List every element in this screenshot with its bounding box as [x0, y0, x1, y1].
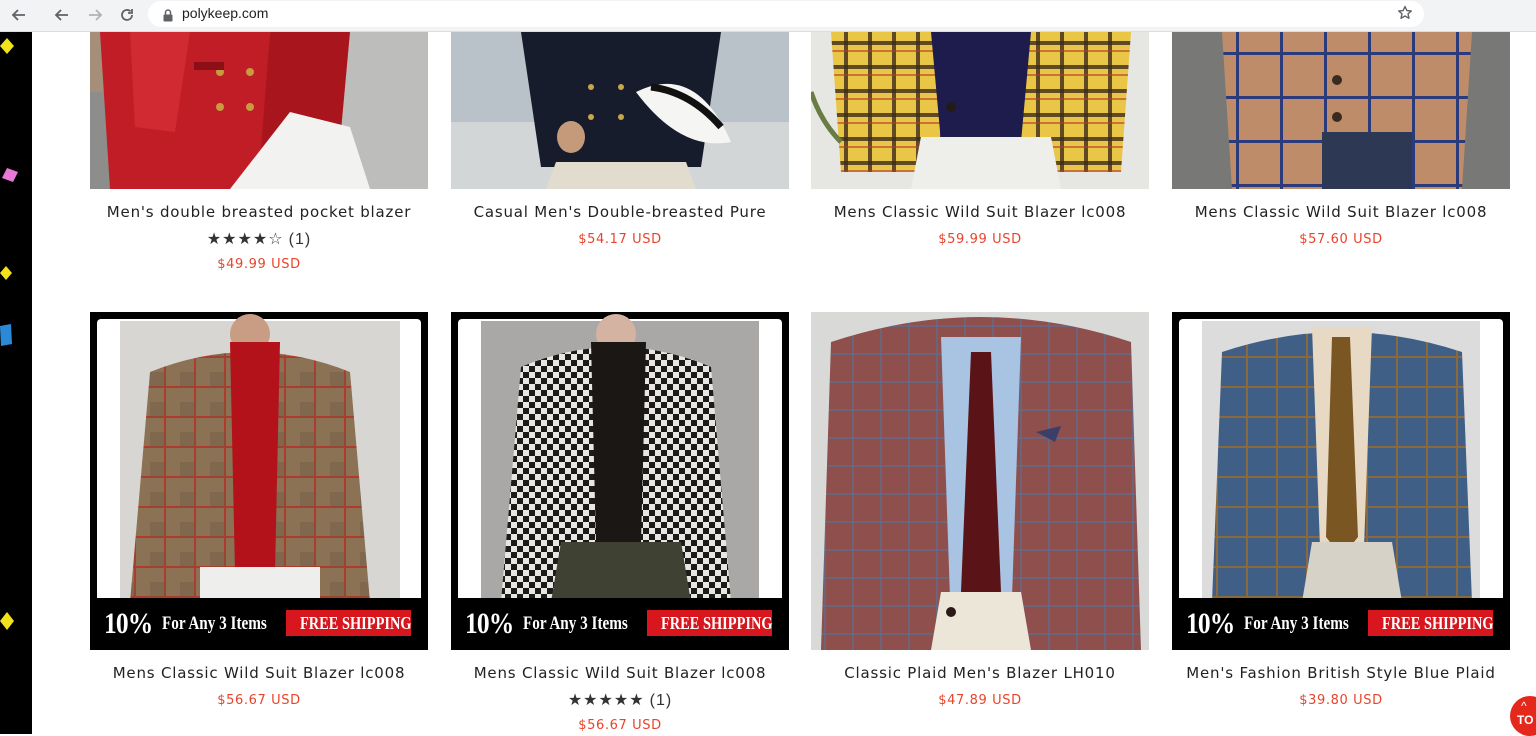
free-shipping-badge: FREE SHIPPING [1368, 610, 1494, 636]
product-price: $56.67 USD [217, 693, 301, 708]
rating-count: (1) [649, 692, 673, 709]
rating-stars: ★★★★☆ [206, 229, 284, 248]
confetti-decoration [2, 168, 18, 182]
product-price: $56.67 USD [578, 718, 662, 733]
back-arrow-icon[interactable] [6, 3, 32, 27]
product-title[interactable]: Mens Classic Wild Suit Blazer lc008 [811, 203, 1149, 221]
star-icon[interactable] [1396, 5, 1414, 23]
product-title[interactable]: Men's double breasted pocket blazer [90, 203, 428, 221]
back-icon[interactable] [49, 3, 75, 27]
product-image[interactable]: 10% For Any 3 Items FREE SHIPPING [1172, 312, 1510, 650]
confetti-decoration [0, 266, 12, 280]
product-price: $47.89 USD [938, 693, 1022, 708]
promo-banner: 10% For Any 3 Items FREE SHIPPING [451, 598, 789, 650]
free-shipping-badge: FREE SHIPPING [286, 610, 412, 636]
lock-icon [163, 7, 173, 26]
back-to-top-label: TO [1517, 713, 1534, 727]
product-title[interactable]: Mens Classic Wild Suit Blazer lc008 [90, 664, 428, 682]
rating-count: (1) [288, 231, 312, 248]
product-title[interactable]: Mens Classic Wild Suit Blazer lc008 [1172, 203, 1510, 221]
confetti-decoration [0, 324, 12, 346]
product-rating: ★★★★★ (1) [451, 690, 789, 710]
browser-toolbar: polykeep.com [0, 0, 1536, 32]
forward-icon[interactable] [82, 3, 108, 27]
promo-text: For Any 3 Items [523, 613, 628, 634]
promo-percent: 10% [104, 607, 153, 640]
confetti-decoration [0, 38, 14, 54]
rating-stars: ★★★★★ [567, 690, 645, 709]
product-price: $57.60 USD [1299, 232, 1383, 247]
url-text: polykeep.com [182, 5, 269, 21]
product-image[interactable] [811, 312, 1149, 650]
confetti-decoration [0, 612, 14, 630]
left-sidebar-strip [0, 32, 32, 734]
product-price: $49.99 USD [217, 257, 301, 272]
product-rating: ★★★★☆ (1) [90, 229, 428, 249]
address-bar[interactable]: polykeep.com [148, 1, 1424, 27]
product-title[interactable]: Classic Plaid Men's Blazer LH010 [811, 664, 1149, 682]
chevron-up-icon: ^ [1521, 699, 1527, 713]
free-shipping-badge: FREE SHIPPING [647, 610, 773, 636]
product-image[interactable]: 10% For Any 3 Items FREE SHIPPING [90, 312, 428, 650]
promo-text: For Any 3 Items [162, 613, 267, 634]
product-image[interactable] [451, 32, 789, 189]
promo-banner: 10% For Any 3 Items FREE SHIPPING [1172, 598, 1510, 650]
product-title[interactable]: Casual Men's Double-breasted Pure [451, 203, 789, 221]
product-image[interactable] [1172, 32, 1510, 189]
product-title[interactable]: Men's Fashion British Style Blue Plaid [1172, 664, 1510, 682]
promo-banner: 10% For Any 3 Items FREE SHIPPING [90, 598, 428, 650]
promo-percent: 10% [465, 607, 514, 640]
product-price: $59.99 USD [938, 232, 1022, 247]
product-image[interactable]: 10% For Any 3 Items FREE SHIPPING [451, 312, 789, 650]
promo-text: For Any 3 Items [1244, 613, 1349, 634]
promo-percent: 10% [1186, 607, 1235, 640]
product-image[interactable] [811, 32, 1149, 189]
back-to-top-button[interactable]: ^ TO [1510, 696, 1536, 736]
product-image[interactable] [90, 32, 428, 189]
reload-icon[interactable] [114, 3, 140, 27]
product-title[interactable]: Mens Classic Wild Suit Blazer lc008 [451, 664, 789, 682]
product-price: $54.17 USD [578, 232, 662, 247]
product-price: $39.80 USD [1299, 693, 1383, 708]
